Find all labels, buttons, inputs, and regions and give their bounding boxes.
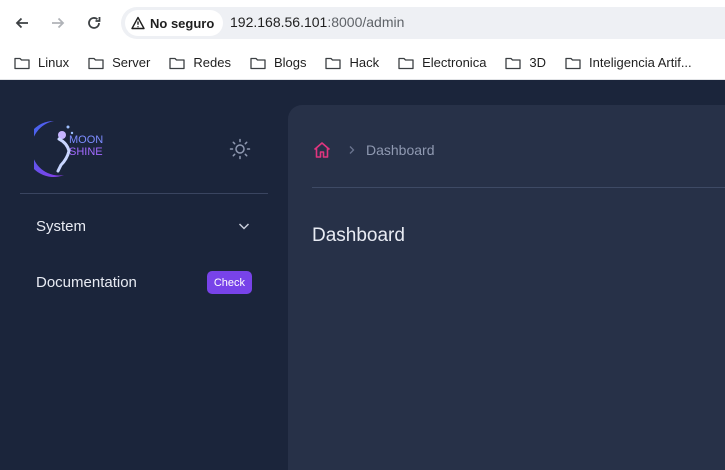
url-host: 192.168.56.101 [230,14,328,30]
security-label: No seguro [150,15,215,31]
bookmark-item[interactable]: Blogs [250,55,307,70]
logo-text-moon: MOON [69,134,103,146]
sidebar-item-label: Documentation [36,273,137,291]
folder-icon [88,57,104,69]
folder-icon [505,57,522,69]
back-button[interactable] [10,11,34,35]
forward-button[interactable] [46,11,70,35]
logo-image: MOON SHINE [25,120,103,177]
bookmark-item[interactable]: Inteligencia Artif... [565,55,692,70]
folder-icon [14,57,30,69]
bookmark-item[interactable]: Server [88,55,150,70]
folder-icon [398,57,414,69]
sidebar-item-documentation[interactable]: Documentation Check [20,262,268,302]
folder-icon [325,57,342,69]
breadcrumb-current: Dashboard [366,142,435,158]
home-icon[interactable] [312,140,332,160]
sidebar-item-label: System [36,217,87,235]
moonshine-logo[interactable]: MOON SHINE [25,119,130,179]
folder-icon [250,57,266,69]
bookmark-item[interactable]: Redes [169,55,231,70]
check-badge[interactable]: Check [206,271,252,294]
folder-icon [169,57,186,69]
sidebar-item-system[interactable]: System [20,206,268,246]
chevron-right-icon [349,146,355,154]
bookmark-label: Hack [349,55,380,70]
bookmark-label: Blogs [273,55,307,70]
bookmarks-bar: Linux Server Redes Blogs Hack Electronica 3D In… [0,46,725,80]
app-root: MOON SHINE System Documentation Check Da… [0,81,725,470]
reload-button[interactable] [82,11,106,35]
content-divider [312,187,725,188]
sidebar-divider [20,193,268,194]
bookmark-item[interactable]: Electronica [398,55,486,70]
bookmark-item[interactable]: Hack [325,55,379,70]
bookmark-label: Inteligencia Artif... [589,55,692,70]
security-chip[interactable]: No seguro [125,10,224,36]
url-text[interactable]: 192.168.56.101:8000/admin [230,14,404,30]
bookmark-label: Redes [193,55,231,70]
breadcrumb: Dashboard [312,140,435,160]
sun-icon[interactable] [229,138,251,160]
address-bar[interactable]: No seguro 192.168.56.101:8000/admin [121,7,725,39]
reload-icon [88,17,101,29]
warning-icon [131,16,145,30]
arrow-left-icon [15,17,28,29]
page-title: Dashboard [312,225,405,246]
chevron-down-icon [238,223,250,230]
logo-text-shine: SHINE [69,146,103,158]
url-path: :8000/admin [327,14,405,30]
arrow-right-icon [52,17,65,29]
bookmark-item[interactable]: Linux [14,55,69,70]
bookmark-label: Electronica [422,55,487,70]
bookmark-label: 3D [529,55,547,70]
sidebar: MOON SHINE System Documentation Check [0,81,288,470]
folder-icon [565,57,581,69]
bookmark-label: Linux [38,55,70,70]
browser-toolbar: No seguro 192.168.56.101:8000/admin [0,0,725,46]
bookmark-item[interactable]: 3D [505,55,546,70]
main-content: Dashboard Dashboard [288,105,725,470]
bookmark-label: Server [112,55,151,70]
